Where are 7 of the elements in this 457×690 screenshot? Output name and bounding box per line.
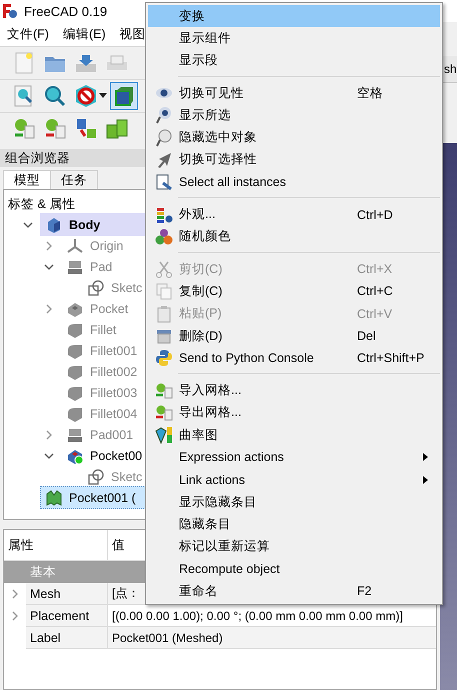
- property-name: Mesh: [26, 583, 108, 605]
- window-title: FreeCAD 0.19: [24, 4, 108, 18]
- property-name: Placement: [26, 605, 108, 627]
- property-name: Label: [26, 627, 108, 649]
- tree-header: 标签 & 属性: [8, 196, 76, 213]
- tab-label: sh: [444, 62, 457, 76]
- panel-title: 组合浏览器: [5, 150, 70, 166]
